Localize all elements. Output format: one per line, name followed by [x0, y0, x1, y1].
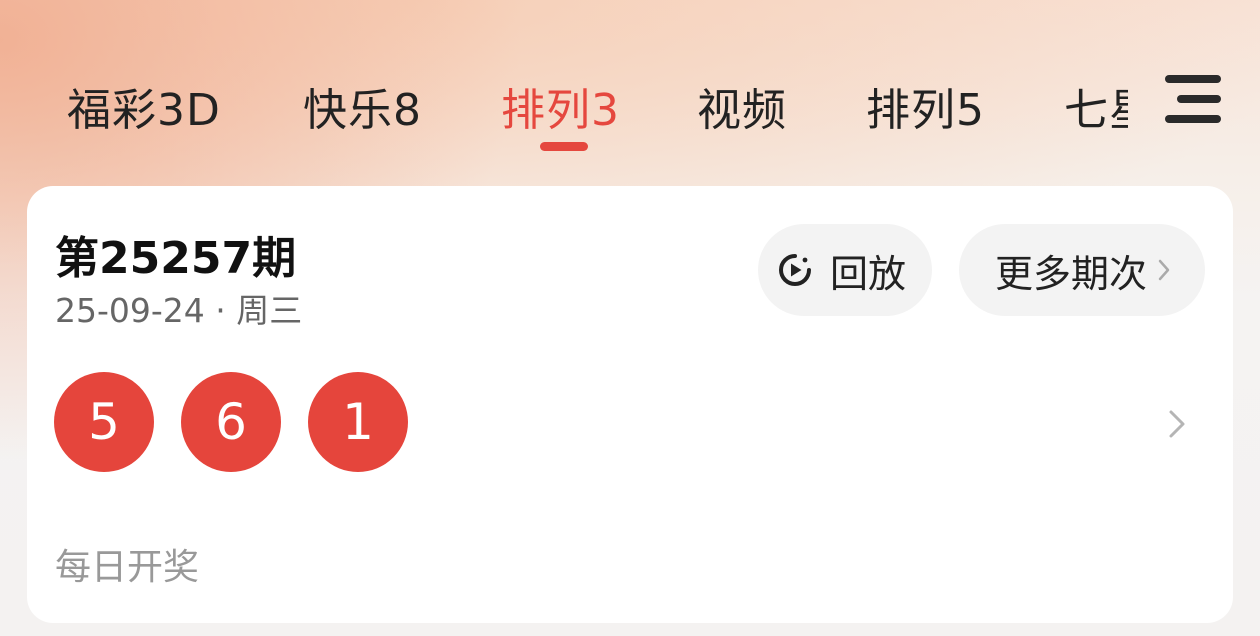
tab-pailie-3[interactable]: 排列3 — [501, 74, 620, 138]
hamburger-menu-icon[interactable] — [1165, 73, 1221, 125]
issue-number: 第25257期 — [55, 233, 297, 284]
tab-qixingcai[interactable]: 七星彩 — [1064, 74, 1128, 138]
more-draws-button[interactable]: 更多期次 — [959, 224, 1205, 316]
chevron-right-icon[interactable] — [1167, 408, 1187, 440]
tab-video[interactable]: 视频 — [697, 74, 787, 138]
more-draws-label: 更多期次 — [995, 251, 1148, 296]
winning-number-ball: 5 — [54, 372, 154, 472]
winning-number-ball: 1 — [308, 372, 408, 472]
draw-result-card[interactable]: 第25257期 25-09-24 · 周三 回放 更多期次 5 6 1 每日开奖 — [27, 186, 1233, 623]
replay-label: 回放 — [830, 251, 907, 296]
draw-schedule: 每日开奖 — [55, 547, 200, 588]
tab-kuaile-8[interactable]: 快乐8 — [303, 74, 422, 138]
chevron-right-icon — [1158, 259, 1170, 281]
tab-pailie-5[interactable]: 排列5 — [866, 74, 985, 138]
winning-number-ball: 6 — [181, 372, 281, 472]
tab-fucai-3d[interactable]: 福彩3D — [67, 74, 221, 138]
lottery-tab-bar: 福彩3D 快乐8 排列3 视频 排列5 七星彩 — [0, 58, 1128, 158]
draw-date: 25-09-24 · 周三 — [55, 291, 303, 330]
play-replay-icon — [779, 254, 811, 286]
active-tab-indicator — [540, 142, 588, 151]
replay-button[interactable]: 回放 — [758, 224, 932, 316]
